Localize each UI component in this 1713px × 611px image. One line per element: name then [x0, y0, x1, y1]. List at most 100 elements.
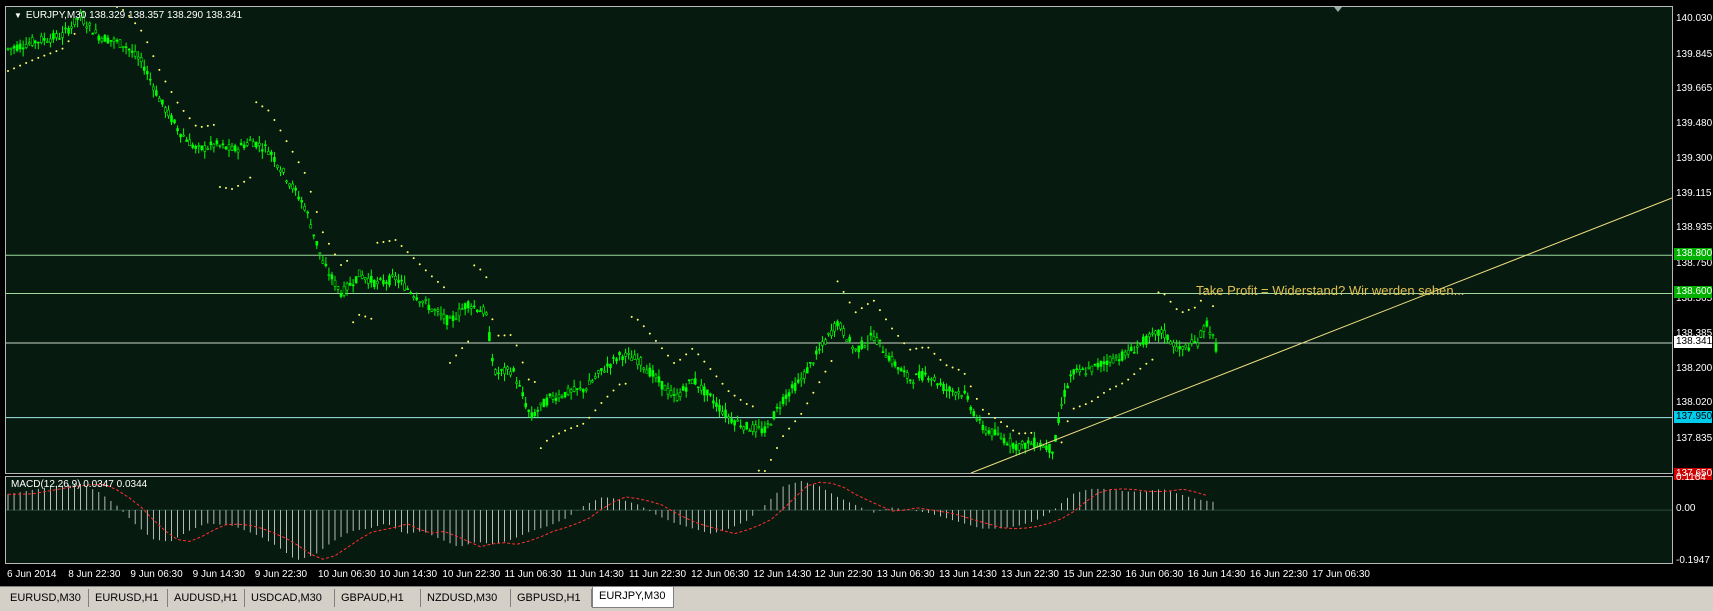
- candle-body: [1108, 356, 1112, 363]
- parabolic-sar-dot: [957, 368, 960, 371]
- chart-window[interactable]: ▼ EURJPY,M30 138.329 138.357 138.290 138.…: [0, 0, 1713, 586]
- candle-body: [273, 156, 276, 162]
- candle-body: [581, 388, 585, 393]
- candle-body: [748, 430, 752, 432]
- parabolic-sar-dot: [842, 290, 845, 293]
- candle-body: [1008, 437, 1012, 447]
- candle-body: [1030, 443, 1033, 446]
- tab-eurusd-h1[interactable]: EURUSD,H1: [89, 589, 168, 607]
- candle-body: [1148, 333, 1151, 337]
- candle-body: [403, 282, 406, 291]
- candle-body: [575, 388, 579, 390]
- parabolic-sar-dot: [1157, 291, 1160, 294]
- candle-body: [609, 363, 612, 368]
- price-axis-label: 139.665: [1676, 83, 1713, 95]
- candle-body: [999, 436, 1003, 439]
- parabolic-sar-dot: [757, 469, 760, 472]
- candle-body: [1181, 346, 1184, 350]
- candle-body: [660, 380, 664, 390]
- parabolic-sar-dot: [333, 253, 336, 256]
- time-axis-label: 11 Jun 22:30: [628, 569, 687, 580]
- parabolic-sar-dot: [170, 91, 173, 94]
- parabolic-sar-dot: [412, 257, 415, 260]
- parabolic-sar-dot: [739, 398, 742, 401]
- candle-body: [917, 371, 921, 379]
- macd-indicator-area[interactable]: MACD(12,26,9) 0.0347 0.0344: [5, 476, 1673, 564]
- candle-body: [227, 144, 231, 151]
- candle-body: [482, 306, 485, 315]
- tab-audusd-h1[interactable]: AUDUSD,H1: [168, 589, 245, 607]
- candle-body: [781, 397, 785, 404]
- parabolic-sar-dot: [915, 347, 918, 350]
- candle-body: [230, 146, 234, 151]
- candle-body: [857, 345, 861, 353]
- candle-body: [167, 109, 170, 117]
- chart-tab-bar: EURUSD,M30 EURUSD,H1 AUDUSD,H1 USDCAD,M30 GB…: [0, 586, 1713, 611]
- candle-body: [485, 312, 488, 316]
- candle-body: [908, 379, 912, 382]
- candle-body: [15, 44, 19, 51]
- dropdown-arrow-icon[interactable]: ▼: [14, 11, 22, 20]
- candle-body: [515, 381, 518, 384]
- tab-nzdusd-m30[interactable]: NZDUSD,M30: [421, 589, 511, 607]
- parabolic-sar-dot: [424, 269, 427, 272]
- price-axis-label: 139.115: [1676, 188, 1712, 200]
- parabolic-sar-dot: [933, 352, 936, 355]
- candle-body: [778, 407, 782, 409]
- candle-body: [866, 342, 870, 344]
- candle-body: [687, 379, 691, 382]
- candle-body: [1154, 330, 1157, 335]
- candle-body: [727, 416, 730, 419]
- parabolic-sar-dot: [224, 186, 227, 189]
- parabolic-sar-dot: [249, 176, 252, 179]
- parabolic-sar-dot: [1163, 293, 1166, 296]
- candle-body: [418, 301, 422, 304]
- candle-body: [451, 315, 455, 322]
- candle-body: [948, 386, 951, 392]
- candle-body: [715, 402, 718, 407]
- candle-body: [527, 409, 531, 412]
- candle-body: [863, 345, 867, 348]
- candle-body: [969, 406, 973, 411]
- candle-body: [872, 335, 876, 341]
- parabolic-sar-dot: [866, 302, 869, 305]
- candle-body: [884, 355, 888, 358]
- candle-body: [594, 376, 597, 379]
- tab-eurjpy-m30[interactable]: EURJPY,M30: [592, 587, 674, 608]
- candle-body: [993, 429, 997, 436]
- time-axis-label: 9 Jun 22:30: [254, 569, 308, 580]
- candle-body: [466, 301, 470, 309]
- price-axis-label: 139.480: [1676, 118, 1713, 130]
- parabolic-sar-dot: [31, 59, 34, 62]
- tab-usdcad-m30[interactable]: USDCAD,M30: [245, 589, 335, 607]
- candle-body: [366, 278, 370, 284]
- parabolic-sar-dot: [497, 334, 500, 337]
- tab-gbpusd-h1[interactable]: GBPUSD,H1: [511, 589, 592, 607]
- candle-body: [503, 367, 506, 375]
- parabolic-sar-dot: [1169, 300, 1172, 303]
- parabolic-sar-dot: [61, 47, 64, 50]
- price-chart-canvas: [6, 7, 1672, 473]
- price-chart-area[interactable]: ▼ EURJPY,M30 138.329 138.357 138.290 138.…: [5, 6, 1673, 474]
- tab-eurusd-m30[interactable]: EURUSD,M30: [4, 589, 89, 607]
- price-axis-label: 137.835: [1676, 432, 1713, 444]
- candle-body: [67, 27, 70, 34]
- parabolic-sar-dot: [727, 390, 730, 393]
- candle-body: [206, 148, 210, 150]
- parabolic-sar-dot: [19, 64, 22, 67]
- parabolic-sar-dot: [352, 321, 355, 324]
- parabolic-sar-dot: [158, 68, 161, 71]
- chart-shift-marker-icon[interactable]: [1334, 7, 1342, 12]
- candle-body: [242, 144, 246, 149]
- parabolic-sar-dot: [588, 416, 591, 419]
- candle-body: [597, 370, 600, 374]
- candle-body: [300, 200, 303, 203]
- parabolic-sar-dot: [285, 140, 288, 143]
- candle-body: [651, 370, 655, 377]
- candle-body: [309, 224, 313, 229]
- candle-body: [1072, 369, 1076, 375]
- candle-body: [521, 392, 524, 397]
- tab-gbpaud-h1[interactable]: GBPAUD,H1: [335, 589, 421, 607]
- time-axis-label: 16 Jun 22:30: [1249, 569, 1308, 580]
- candle-body: [518, 385, 521, 387]
